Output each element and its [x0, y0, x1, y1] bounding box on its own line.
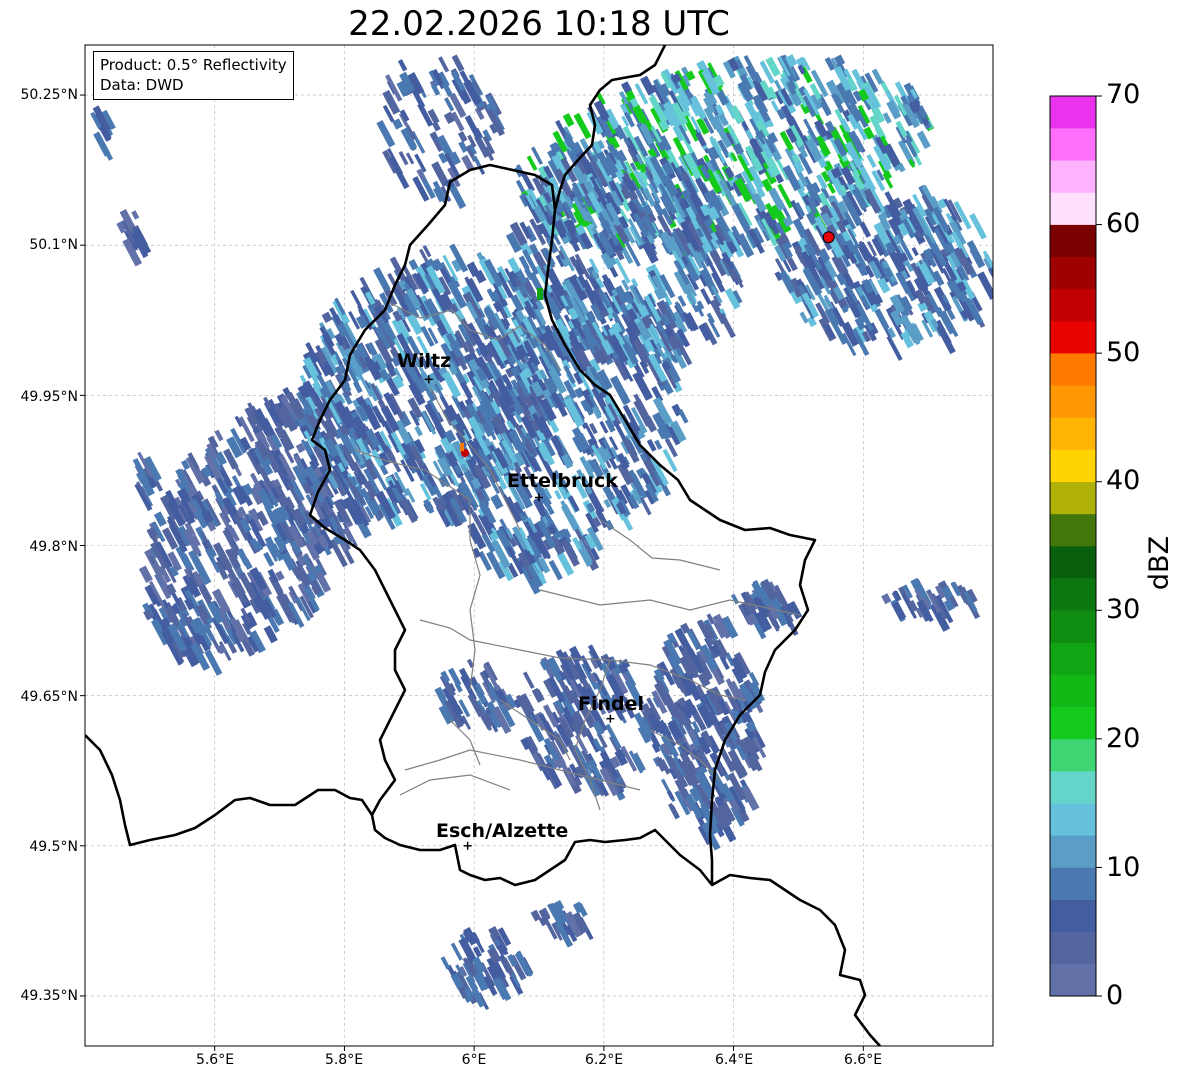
- colorbar-label: dBZ: [1144, 535, 1175, 591]
- colorbar-swatch: [1050, 771, 1096, 804]
- lat-label: 49.35°N: [20, 988, 78, 1004]
- colorbar-swatch: [1050, 513, 1096, 547]
- lon-label: 5.8°E: [324, 1052, 364, 1068]
- data-source-label: Data: DWD: [100, 76, 184, 94]
- colorbar-swatch: [1050, 931, 1096, 965]
- colorbar-swatch: [1050, 963, 1096, 997]
- colorbar-swatch: [1050, 481, 1096, 515]
- colorbar-swatch: [1050, 803, 1096, 836]
- lon-label: 6°E: [461, 1052, 487, 1068]
- colorbar-swatch: [1050, 610, 1096, 643]
- lon-label: 6.6°E: [843, 1052, 883, 1068]
- colorbar-tick: 60: [1106, 208, 1141, 239]
- product-info-box: Product: 0.5° Reflectivity Data: DWD: [93, 51, 294, 100]
- echo-cell: [460, 443, 464, 451]
- colorbar-swatch: [1050, 96, 1096, 129]
- city-label-wiltz: Wiltz: [397, 350, 452, 372]
- colorbar-swatch: [1050, 385, 1096, 418]
- colorbar-swatch: [1050, 417, 1096, 450]
- colorbar-tick: 40: [1106, 465, 1141, 496]
- lat-label: 50.1°N: [29, 237, 78, 253]
- city-label-findel: Findel: [578, 693, 645, 715]
- colorbar-tick: 70: [1106, 79, 1141, 110]
- lat-label: 49.8°N: [29, 539, 78, 555]
- colorbar-swatch: [1050, 192, 1096, 225]
- colorbar-swatch: [1050, 224, 1096, 258]
- lon-label: 5.6°E: [195, 1052, 235, 1068]
- radar-site-marker: [822, 231, 835, 244]
- lat-label: 49.95°N: [20, 389, 78, 405]
- colorbar-swatch: [1050, 353, 1096, 386]
- colorbar-swatch: [1050, 578, 1096, 611]
- colorbar-swatch: [1050, 738, 1096, 772]
- colorbar-tick: 0: [1106, 980, 1124, 1011]
- colorbar-swatch: [1050, 642, 1096, 675]
- colorbar-swatch: [1050, 256, 1096, 290]
- colorbar: [1049, 95, 1102, 997]
- colorbar-swatch: [1050, 321, 1096, 354]
- colorbar-swatch: [1050, 674, 1096, 708]
- lat-label: 49.5°N: [29, 839, 78, 855]
- colorbar-swatch: [1050, 867, 1096, 900]
- colorbar-swatch: [1050, 546, 1096, 579]
- echo-cell: [537, 288, 543, 300]
- colorbar-tick: 20: [1106, 723, 1141, 754]
- colorbar-swatch: [1050, 899, 1096, 933]
- lat-label: 49.65°N: [20, 689, 78, 705]
- colorbar-swatch: [1050, 835, 1096, 868]
- colorbar-tick: 50: [1106, 337, 1141, 368]
- product-label: Product: 0.5° Reflectivity: [100, 56, 287, 74]
- city-label-ettelbruck: Ettelbruck: [507, 470, 618, 492]
- colorbar-swatch: [1050, 160, 1096, 193]
- lon-label: 6.4°E: [714, 1052, 754, 1068]
- lat-label: 50.25°N: [20, 87, 78, 103]
- map-title: 22.02.2026 10:18 UTC: [348, 4, 730, 44]
- colorbar-tick: 30: [1106, 594, 1141, 625]
- city-label-esch-alzette: Esch/Alzette: [436, 820, 569, 842]
- colorbar-swatch: [1050, 128, 1096, 161]
- colorbar-tick: 10: [1106, 852, 1141, 883]
- colorbar-swatch: [1050, 288, 1096, 322]
- colorbar-swatch: [1050, 706, 1096, 740]
- colorbar-swatch: [1050, 449, 1096, 483]
- radar-map: [80, 44, 1102, 1051]
- lon-label: 6.2°E: [584, 1052, 624, 1068]
